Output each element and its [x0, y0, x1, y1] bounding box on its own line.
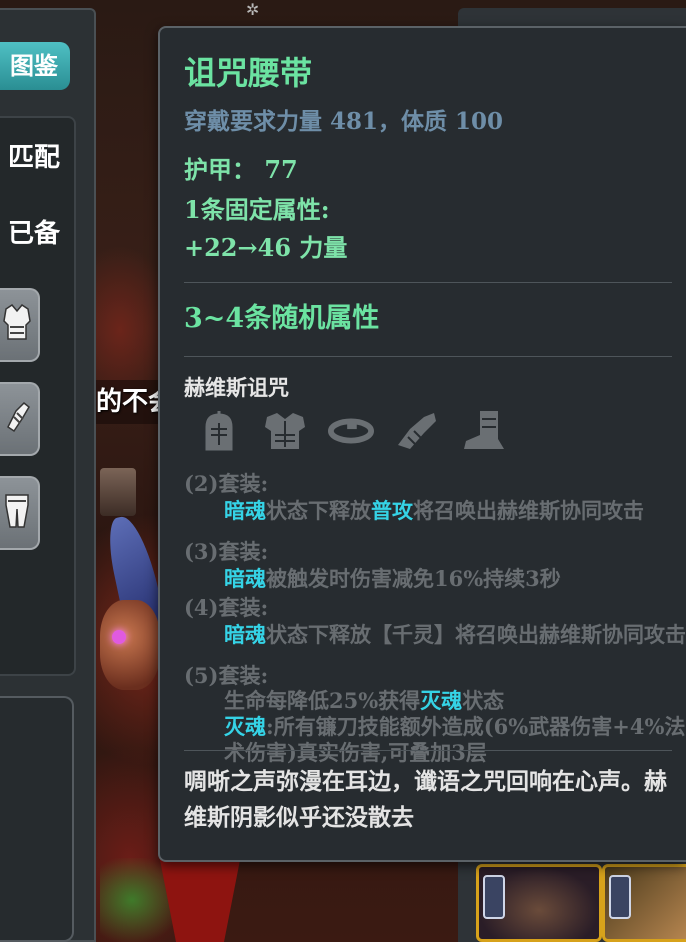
snowflake-icon: ✲	[246, 0, 260, 19]
divider	[184, 750, 672, 751]
filter-match[interactable]: 匹配	[0, 138, 60, 178]
set-bonus-text: 灭魂:所有镰刀技能额外造成(6%武器伤害+4%法术伤害)真实伤害,可叠加3层	[224, 714, 686, 766]
boots-icon	[460, 408, 506, 454]
slot-legs-button[interactable]	[0, 476, 40, 550]
character-art	[100, 600, 160, 690]
keyword-highlight: 灭魂	[224, 714, 266, 739]
lock-icon	[609, 875, 631, 919]
keyword-highlight: 暗魂	[224, 498, 266, 523]
bottom-info-box	[0, 696, 74, 942]
keyword-highlight: 普攻	[371, 498, 413, 523]
set-bonus-text: 生命每降低25%获得灭魂状态	[224, 688, 686, 714]
set-bonus-header: (3)套装:	[184, 539, 269, 564]
armor-stat: 护甲： 77	[184, 155, 298, 184]
divider	[184, 282, 672, 283]
bonus-text-segment: 状态下释放	[266, 498, 371, 523]
bonus-text-segment: 状态下释放【千灵】将召唤出赫维斯协同攻击	[266, 622, 686, 647]
inventory-slot-boots[interactable]	[476, 864, 602, 942]
random-attr-label: 3~4条随机属性	[184, 303, 380, 334]
belt-icon	[328, 408, 374, 454]
bonus-text-segment: 状态	[462, 688, 505, 713]
keyword-highlight: 灭魂	[420, 688, 463, 713]
divider	[184, 356, 672, 357]
set-bonus-header: (5)套装:	[184, 663, 269, 688]
filter-equipped[interactable]: 已备	[0, 214, 60, 254]
scene-banner-text: 的不会	[96, 380, 160, 424]
item-tooltip: 诅咒腰带 穿戴要求力量 481，体质 100 护甲： 77 1条固定属性: +2…	[158, 26, 686, 862]
character-eye-art	[112, 630, 126, 644]
equipment-filter-box: 匹配 已备	[0, 116, 76, 676]
set-name: 赫维斯诅咒	[184, 375, 289, 400]
gauntlet-icon	[394, 408, 440, 454]
helmet-icon	[196, 408, 242, 454]
set-bonus-text: 暗魂状态下释放【千灵】将召唤出赫维斯协同攻击	[224, 622, 686, 648]
set-bonus-text: 暗魂状态下释放普攻将召唤出赫维斯协同攻击	[224, 498, 686, 524]
chest-armor-icon	[262, 408, 308, 454]
scene-rock	[100, 468, 136, 516]
set-bonus-header: (4)套装:	[184, 595, 269, 620]
inventory-slot-feather[interactable]	[602, 864, 686, 942]
keyword-highlight: 暗魂	[224, 566, 266, 591]
left-panel: 图鉴 匹配 已备	[0, 8, 96, 942]
item-title: 诅咒腰带	[184, 54, 313, 92]
set-bonus-header: (2)套装:	[184, 471, 269, 496]
slot-chest-button[interactable]	[0, 288, 40, 362]
leg-armor-icon	[2, 491, 32, 535]
bonus-text-segment: 被触发时伤害减免16%持续3秒	[266, 566, 561, 591]
fixed-attr-header: 1条固定属性:	[184, 195, 330, 224]
item-requirement: 穿戴要求力量 481，体质 100	[184, 108, 504, 135]
tab-gallery[interactable]: 图鉴	[0, 42, 70, 90]
keyword-highlight: 暗魂	[224, 622, 266, 647]
gauntlet-icon	[2, 397, 32, 441]
fixed-attr-value: +22→46 力量	[184, 233, 348, 262]
chest-armor-icon	[2, 303, 32, 347]
bonus-text-segment: :所有镰刀技能额外造成(6%武器伤害+4%法术伤害)真实伤害,可叠加3层	[224, 714, 686, 765]
bonus-text-segment: 将召唤出赫维斯协同攻击	[413, 498, 644, 523]
lock-icon	[483, 875, 505, 919]
set-pieces-row	[196, 408, 506, 454]
bonus-text-segment: 生命每降低25%获得	[224, 688, 421, 713]
set-bonus-text: 暗魂被触发时伤害减免16%持续3秒	[224, 566, 686, 592]
slot-gauntlet-button[interactable]	[0, 382, 40, 456]
flavor-text: 啁哳之声弥漫在耳边，谶语之咒回响在心声。赫维斯阴影似乎还没散去	[184, 768, 667, 831]
